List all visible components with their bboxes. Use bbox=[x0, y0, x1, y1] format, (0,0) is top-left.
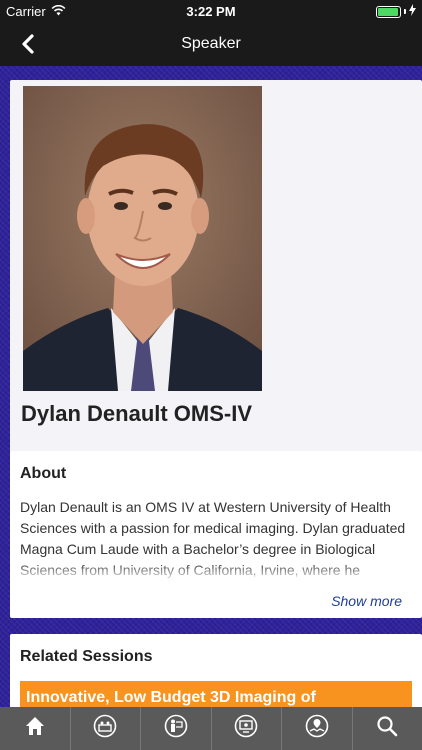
search-icon bbox=[375, 714, 399, 743]
speaker-card: Dylan Denault OMS-IV bbox=[10, 80, 422, 501]
tab-monitor[interactable] bbox=[212, 707, 282, 750]
battery-tip bbox=[404, 9, 406, 14]
tab-map[interactable] bbox=[282, 707, 353, 750]
battery-level bbox=[378, 7, 398, 16]
about-heading: About bbox=[20, 465, 67, 482]
exhibit-icon bbox=[93, 714, 117, 743]
related-sessions-heading: Related Sessions bbox=[20, 648, 153, 665]
show-more-link[interactable]: Show more bbox=[331, 593, 402, 609]
page-title: Speaker bbox=[181, 35, 241, 52]
monitor-icon bbox=[234, 714, 258, 743]
related-sessions-card: Related Sessions Innovative, Low Budget … bbox=[10, 634, 422, 707]
home-icon bbox=[23, 714, 47, 743]
tab-bar bbox=[0, 707, 422, 750]
status-right bbox=[376, 4, 416, 19]
speaker-name: Dylan Denault OMS-IV bbox=[21, 401, 253, 426]
session-item[interactable]: Innovative, Low Budget 3D Imaging of bbox=[20, 681, 412, 707]
nav-bar: Speaker bbox=[0, 22, 422, 66]
charging-icon bbox=[409, 4, 416, 19]
content-area[interactable]: Dylan Denault OMS-IV About Dylan Denault… bbox=[0, 66, 422, 707]
status-bar: Carrier 3:22 PM bbox=[0, 0, 422, 22]
map-icon bbox=[305, 714, 329, 743]
status-time: 3:22 PM bbox=[186, 4, 236, 19]
presenter-icon bbox=[164, 714, 188, 743]
tab-home[interactable] bbox=[0, 707, 71, 750]
about-card: About Dylan Denault is an OMS IV at West… bbox=[10, 451, 422, 618]
speaker-photo bbox=[23, 86, 262, 391]
about-text: Dylan Denault is an OMS IV at Western Un… bbox=[20, 497, 412, 582]
tab-presenter[interactable] bbox=[141, 707, 212, 750]
battery-icon bbox=[376, 5, 401, 18]
tab-search[interactable] bbox=[353, 707, 422, 750]
tab-exhibit[interactable] bbox=[71, 707, 141, 750]
